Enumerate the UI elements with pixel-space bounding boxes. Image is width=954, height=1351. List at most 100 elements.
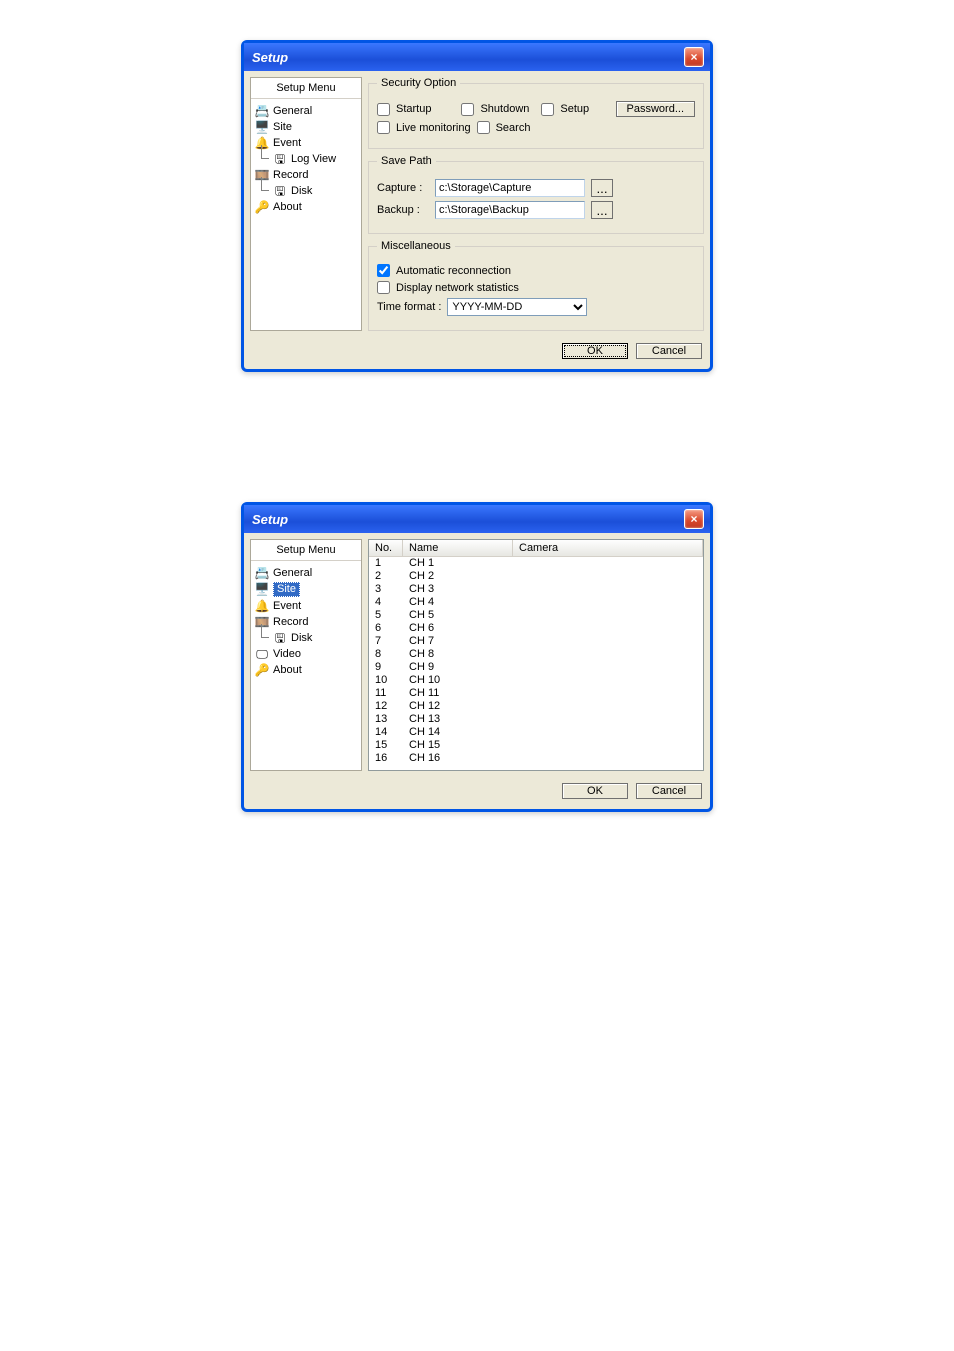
cell-name: CH 14 xyxy=(403,726,513,739)
cell-camera xyxy=(513,583,703,596)
tree-item-video[interactable]: 🖵Video xyxy=(253,646,359,662)
list-item[interactable]: 12CH 12 xyxy=(369,700,703,713)
capture-browse-button[interactable]: ... xyxy=(591,179,613,197)
list-item[interactable]: 4CH 4 xyxy=(369,596,703,609)
cell-name: CH 9 xyxy=(403,661,513,674)
tree-item-about[interactable]: 🔑About xyxy=(253,199,359,215)
titlebar[interactable]: Setup × xyxy=(244,505,710,533)
dialog-title: Setup xyxy=(252,50,288,65)
cell-name: CH 16 xyxy=(403,752,513,765)
tree-item-log-view[interactable]: 🖫Log View xyxy=(271,151,359,167)
titlebar[interactable]: Setup × xyxy=(244,43,710,71)
tree-item-label: Disk xyxy=(291,632,312,645)
about-icon: 🔑 xyxy=(255,663,269,677)
tree-item-event[interactable]: 🔔Event xyxy=(253,598,359,614)
close-icon[interactable]: × xyxy=(684,509,704,529)
password-button[interactable]: Password... xyxy=(616,101,695,117)
livemonitoring-checkbox[interactable]: Live monitoring xyxy=(377,121,471,134)
cell-name: CH 15 xyxy=(403,739,513,752)
record-icon: 🎞️ xyxy=(255,615,269,629)
list-item[interactable]: 6CH 6 xyxy=(369,622,703,635)
list-item[interactable]: 5CH 5 xyxy=(369,609,703,622)
sidebar-title: Setup Menu xyxy=(251,78,361,99)
channel-listview[interactable]: No. Name Camera 1CH 12CH 23CH 34CH 45CH … xyxy=(368,539,704,771)
list-item[interactable]: 7CH 7 xyxy=(369,635,703,648)
ok-button[interactable]: OK xyxy=(562,783,628,799)
tree-item-label: Record xyxy=(273,169,308,182)
tree-item-site[interactable]: 🖥️ Site xyxy=(253,119,359,135)
cell-camera xyxy=(513,570,703,583)
tree-item-general[interactable]: 📇General xyxy=(253,103,359,119)
site-icon: 🖥️ xyxy=(255,120,269,134)
dialog-footer: OK Cancel xyxy=(244,777,710,809)
backup-path-input[interactable] xyxy=(435,201,585,219)
list-item[interactable]: 8CH 8 xyxy=(369,648,703,661)
column-camera[interactable]: Camera xyxy=(513,540,703,556)
tree-item-label: Site xyxy=(273,121,292,134)
list-item[interactable]: 3CH 3 xyxy=(369,583,703,596)
list-item[interactable]: 2CH 2 xyxy=(369,570,703,583)
tree-item-disk[interactable]: 🖫Disk xyxy=(271,183,359,199)
ok-button[interactable]: OK xyxy=(562,343,628,359)
column-name[interactable]: Name xyxy=(403,540,513,556)
cell-camera xyxy=(513,661,703,674)
cell-camera xyxy=(513,596,703,609)
record-icon: 🎞️ xyxy=(255,168,269,182)
list-item[interactable]: 13CH 13 xyxy=(369,713,703,726)
tree-item-general[interactable]: 📇General xyxy=(253,565,359,581)
close-icon[interactable]: × xyxy=(684,47,704,67)
cell-no: 5 xyxy=(369,609,403,622)
tree-item-label: General xyxy=(273,567,312,580)
disk-icon: 🖫 xyxy=(273,184,287,198)
site-icon: 🖥️ xyxy=(255,583,269,597)
cell-no: 6 xyxy=(369,622,403,635)
setup-checkbox[interactable]: Setup xyxy=(541,103,589,116)
cancel-button[interactable]: Cancel xyxy=(636,783,702,799)
cell-name: CH 13 xyxy=(403,713,513,726)
list-item[interactable]: 1CH 1 xyxy=(369,557,703,570)
list-item[interactable]: 9CH 9 xyxy=(369,661,703,674)
startup-checkbox[interactable]: Startup xyxy=(377,103,431,116)
timeformat-select[interactable]: YYYY-MM-DD xyxy=(447,298,587,316)
netstats-checkbox[interactable]: Display network statistics xyxy=(377,281,519,294)
tree-item-label: General xyxy=(273,105,312,118)
tree-item-site[interactable]: 🖥️ Site xyxy=(253,581,359,598)
cell-camera xyxy=(513,648,703,661)
main-panel: No. Name Camera 1CH 12CH 23CH 34CH 45CH … xyxy=(368,539,704,771)
cell-camera xyxy=(513,700,703,713)
column-no[interactable]: No. xyxy=(369,540,403,556)
event-icon: 🔔 xyxy=(255,599,269,613)
cell-no: 14 xyxy=(369,726,403,739)
list-item[interactable]: 14CH 14 xyxy=(369,726,703,739)
miscellaneous-group: Miscellaneous Automatic reconnection Dis… xyxy=(368,240,704,331)
list-item[interactable]: 16CH 16 xyxy=(369,752,703,765)
misc-legend: Miscellaneous xyxy=(377,240,455,252)
cell-no: 15 xyxy=(369,739,403,752)
tree-item-record[interactable]: 🎞️ Record xyxy=(253,167,359,183)
tree-item-disk[interactable]: 🖫Disk xyxy=(271,630,359,646)
listview-rows: 1CH 12CH 23CH 34CH 45CH 56CH 67CH 78CH 8… xyxy=(369,557,703,770)
tree-item-event[interactable]: 🔔Event xyxy=(253,135,359,151)
backup-browse-button[interactable]: ... xyxy=(591,201,613,219)
savepath-legend: Save Path xyxy=(377,155,436,167)
setup-tree: 📇General🖥️ Site🔔Event🖫Log View🎞️ Record🖫Di… xyxy=(251,99,361,219)
shutdown-checkbox[interactable]: Shutdown xyxy=(461,103,529,116)
list-item[interactable]: 10CH 10 xyxy=(369,674,703,687)
autoreconnect-checkbox[interactable]: Automatic reconnection xyxy=(377,264,511,277)
tree-item-record[interactable]: 🎞️Record xyxy=(253,614,359,630)
dialog-footer: OK Cancel xyxy=(244,337,710,369)
list-item[interactable]: 15CH 15 xyxy=(369,739,703,752)
tree-item-about[interactable]: 🔑About xyxy=(253,662,359,678)
tree-item-label: Event xyxy=(273,137,301,150)
listview-header: No. Name Camera xyxy=(369,540,703,557)
cancel-button[interactable]: Cancel xyxy=(636,343,702,359)
search-checkbox[interactable]: Search xyxy=(477,121,531,134)
cell-no: 11 xyxy=(369,687,403,700)
capture-label: Capture : xyxy=(377,182,429,194)
tree-item-label: Site xyxy=(273,582,300,597)
cell-name: CH 5 xyxy=(403,609,513,622)
tree-item-label: About xyxy=(273,201,302,214)
list-item[interactable]: 11CH 11 xyxy=(369,687,703,700)
capture-path-input[interactable] xyxy=(435,179,585,197)
cell-camera xyxy=(513,739,703,752)
